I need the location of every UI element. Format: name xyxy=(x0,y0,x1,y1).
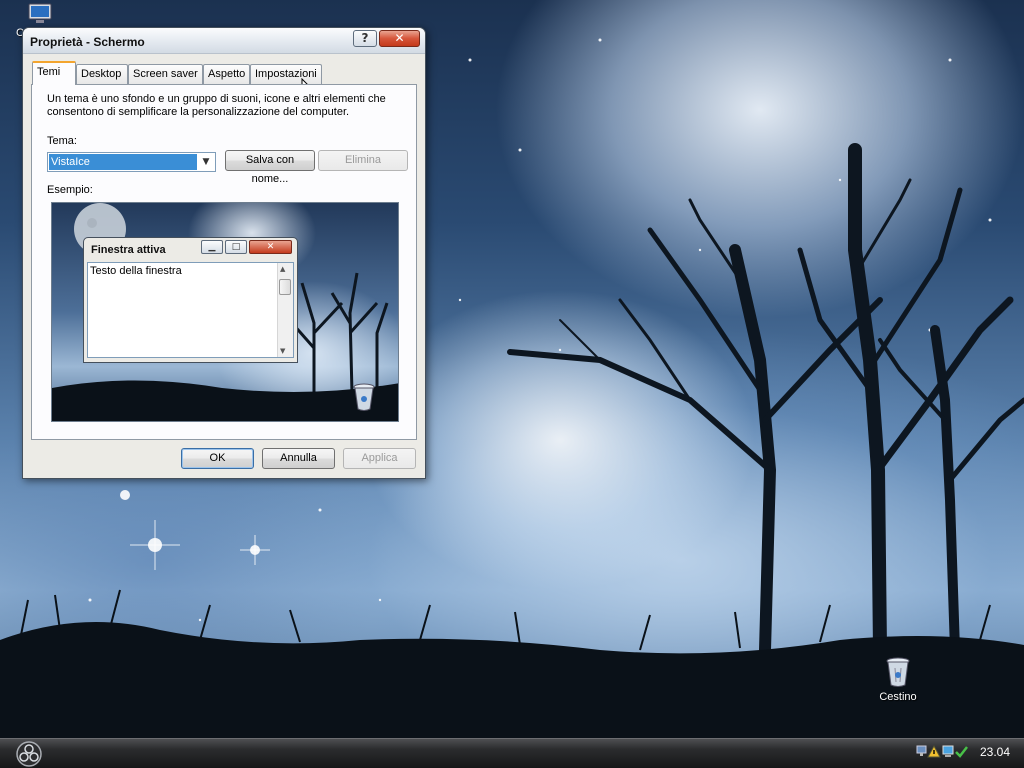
close-button[interactable]: ✕ xyxy=(379,30,420,47)
network-icon xyxy=(916,745,927,756)
maximize-icon: □ xyxy=(225,240,247,254)
tray-icons xyxy=(916,744,968,758)
desktop-icon-recycle-bin[interactable]: Cestino xyxy=(866,656,930,703)
preview-window-title: Finestra attiva xyxy=(91,244,166,256)
chevron-down-icon[interactable]: ▼ xyxy=(198,154,214,170)
start-button[interactable] xyxy=(14,740,44,768)
preview-scrollbar: ▲ ▼ xyxy=(277,263,293,357)
security-warning-icon xyxy=(927,744,941,758)
help-icon: ? xyxy=(361,31,369,45)
preview-window-text: Testo della finestra xyxy=(90,265,182,277)
save-as-button[interactable]: Salva con nome... xyxy=(225,150,315,185)
ok-button[interactable]: OK xyxy=(181,448,254,469)
delete-button[interactable]: Elimina xyxy=(318,150,408,171)
taskbar-clock[interactable]: 23.04 xyxy=(980,745,1010,759)
scroll-down-icon: ▼ xyxy=(280,347,286,355)
theme-dropdown[interactable]: VistaIce ▼ xyxy=(47,152,216,172)
recycle-bin-icon xyxy=(886,657,910,687)
close-icon: ✕ xyxy=(394,31,405,45)
tab-screen-saver[interactable]: Screen saver xyxy=(128,64,203,84)
start-orb-icon xyxy=(16,741,42,767)
tab-appearance[interactable]: Aspetto xyxy=(203,64,250,84)
window-title: Proprietà - Schermo xyxy=(30,35,145,49)
title-bar[interactable]: Proprietà - Schermo ? ✕ xyxy=(23,28,425,54)
tab-themes[interactable]: Temi xyxy=(32,61,76,85)
scroll-thumb xyxy=(279,279,291,295)
scroll-up-icon: ▲ xyxy=(280,265,286,273)
apply-button[interactable]: Applica xyxy=(343,448,416,469)
sample-label: Esempio: xyxy=(47,184,93,196)
preview-active-window: Finestra attiva ▁ □ ✕ Testo della finest… xyxy=(83,237,298,363)
checkmark-icon xyxy=(955,746,968,758)
help-button[interactable]: ? xyxy=(353,30,377,47)
my-computer-icon xyxy=(28,3,52,23)
taskbar xyxy=(0,738,1024,768)
display-icon xyxy=(942,745,954,757)
preview-window-body: Testo della finestra ▲ ▼ xyxy=(87,262,294,358)
theme-label: Tema: xyxy=(47,135,77,147)
cancel-button[interactable]: Annulla xyxy=(262,448,335,469)
desktop-icon-label: Cestino xyxy=(879,691,917,703)
theme-preview: Finestra attiva ▁ □ ✕ Testo della finest… xyxy=(51,202,399,422)
close-icon: ✕ xyxy=(249,240,292,254)
minimize-icon: ▁ xyxy=(201,240,223,254)
theme-dropdown-value: VistaIce xyxy=(49,154,197,170)
theme-description: Un tema è uno sfondo e un gruppo di suon… xyxy=(47,93,386,118)
display-properties-dialog: Proprietà - Schermo ? ✕ Temi Desktop Scr… xyxy=(22,27,426,479)
tab-desktop[interactable]: Desktop xyxy=(76,64,128,84)
tab-panel-themes: Un tema è uno sfondo e un gruppo di suon… xyxy=(31,84,417,440)
